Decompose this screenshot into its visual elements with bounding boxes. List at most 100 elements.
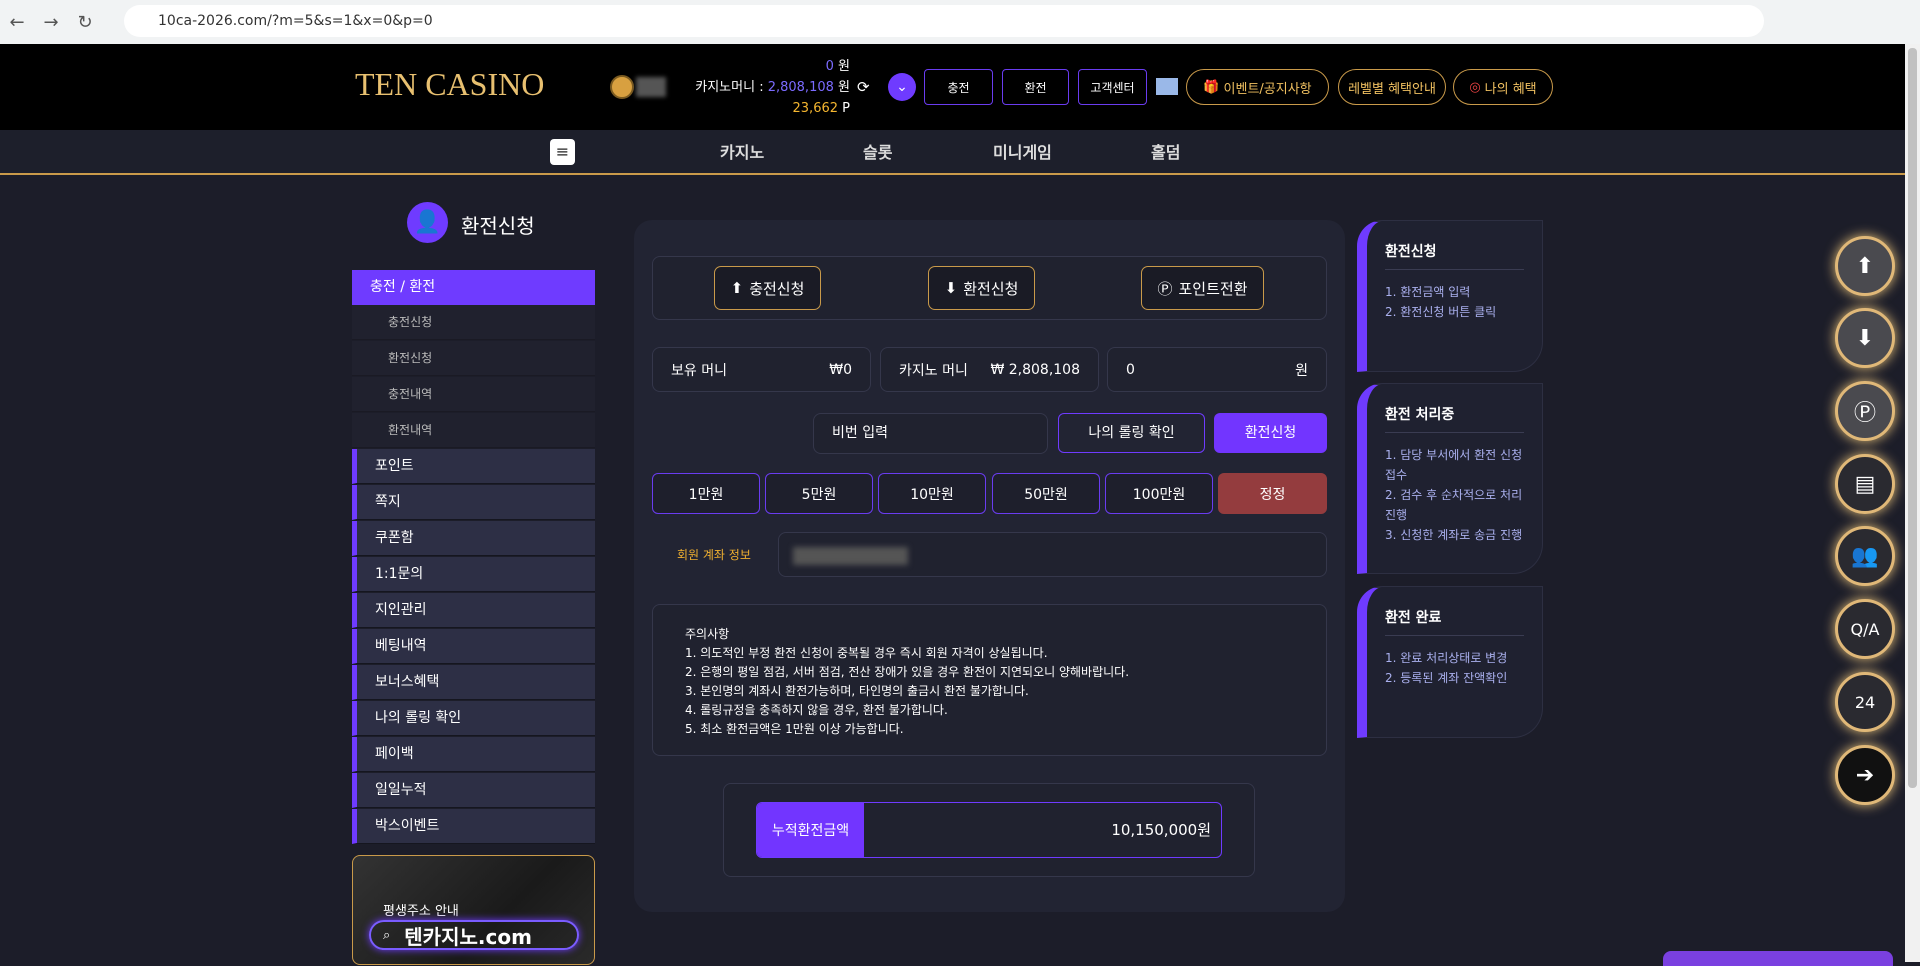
casino-money-box: 카지노 머니 ₩ 2,808,108 — [880, 347, 1099, 392]
refresh-icon[interactable]: ⟳ — [857, 78, 870, 96]
sidebar-item[interactable]: 지인관리 — [352, 593, 595, 628]
events-notice-button[interactable]: 🎁 이벤트/공지사항 — [1186, 69, 1329, 105]
point-convert-fab-icon[interactable]: Ⓟ — [1835, 381, 1895, 441]
sidebar-item[interactable]: 박스이벤트 — [352, 809, 595, 844]
total-value: 10,150,000원 — [1111, 821, 1211, 839]
my-benefits-label: 나의 혜택 — [1484, 81, 1537, 97]
address-bar[interactable]: 10ca-2026.com/?m=5&s=1&x=0&p=0 — [124, 5, 1764, 37]
target-icon: ◎ — [1469, 79, 1481, 95]
card-line: 3. 신청한 계좌로 송금 진행 — [1385, 528, 1523, 542]
my-rolling-button[interactable]: 나의 롤링 확인 — [1058, 413, 1205, 453]
support-24-fab-icon[interactable]: 24 — [1835, 672, 1895, 732]
sidebar-item[interactable]: 1:1문의 — [352, 557, 595, 592]
sidebar-sub-item[interactable]: 환전내역 — [352, 413, 595, 448]
document-list-fab-icon[interactable]: ▤ — [1835, 454, 1895, 514]
sidebar-item-deposit-withdraw[interactable]: 충전 / 환전 — [352, 270, 595, 305]
notice-line: 3. 본인명의 계좌시 환전가능하며, 타인명의 출금시 환전 불가합니다. — [685, 684, 1029, 698]
tab-deposit[interactable]: ⬆ 충전신청 — [714, 266, 821, 310]
total-withdraw-bar: 누적환전금액 10,150,000원 — [756, 802, 1222, 858]
held-money-label: 보유 머니 — [671, 362, 727, 379]
level-benefits-button[interactable]: 레벨별 혜택안내 — [1338, 69, 1446, 105]
sidebar-item[interactable]: 포인트 — [352, 449, 595, 484]
page-title: 환전신청 — [461, 214, 535, 238]
arrow-right-fab-icon[interactable]: ➔ — [1835, 745, 1895, 805]
tab-withdraw[interactable]: ⬇ 환전신청 — [928, 266, 1035, 310]
nav-slot[interactable]: 슬롯 — [863, 130, 892, 175]
sidebar-sub-item[interactable]: 충전내역 — [352, 377, 595, 412]
point-convert-icon: Ⓟ — [1157, 279, 1173, 298]
account-info-label: 회원 계좌 정보 — [677, 548, 751, 562]
customer-center-button[interactable]: 고객센터 — [1078, 69, 1147, 105]
tab-label: 충전신청 — [749, 279, 805, 298]
tab-label: 환전신청 — [963, 279, 1019, 298]
hamburger-menu-icon[interactable]: ≡ — [550, 139, 575, 165]
reload-icon[interactable]: ↻ — [68, 12, 102, 33]
card-line: 2. 검수 후 순차적으로 처리진행 — [1385, 488, 1523, 522]
withdraw-fab-icon[interactable]: ⬇ — [1835, 308, 1895, 368]
info-card-complete: 환전 완료 1. 완료 처리상태로 변경 2. 등록된 계좌 잔액확인 — [1357, 586, 1543, 738]
password-input[interactable]: 비번 입력 — [813, 413, 1048, 454]
tab-label: 포인트전환 — [1178, 279, 1248, 298]
search-icon: ⌕ — [383, 927, 391, 943]
my-benefits-button[interactable]: ◎ 나의 혜택 — [1453, 69, 1553, 105]
atm-down-icon: ⬇ — [944, 279, 958, 297]
amount-unit: 원 — [1295, 362, 1308, 379]
casino-money-label: 카지노머니 : — [695, 80, 764, 95]
tab-point-convert[interactable]: Ⓟ 포인트전환 — [1141, 266, 1264, 310]
scrollbar[interactable] — [1905, 44, 1920, 962]
sidebar-sub-item[interactable]: 환전신청 — [352, 341, 595, 376]
withdraw-button[interactable]: 환전 — [1002, 69, 1069, 105]
level-coin-icon — [610, 75, 634, 99]
held-money-value: ₩0 — [829, 361, 852, 378]
sidebar-item[interactable]: 보너스혜택 — [352, 665, 595, 700]
atm-up-icon: ⬆ — [730, 279, 744, 297]
logo[interactable]: TEN CASINO — [355, 66, 544, 103]
sidebar-sub-item[interactable]: 충전신청 — [352, 305, 595, 340]
chevron-down-icon[interactable]: ⌄ — [888, 73, 916, 101]
amount-50k-button[interactable]: 5만원 — [765, 473, 873, 514]
withdraw-submit-button[interactable]: 환전신청 — [1214, 413, 1327, 453]
level-label: 레벨별 혜택안내 — [1348, 81, 1436, 97]
casino-money-label: 카지노 머니 — [899, 362, 968, 379]
mail-icon[interactable] — [1156, 78, 1178, 95]
chat-widget-tab[interactable] — [1663, 951, 1893, 966]
won-unit: 원 — [838, 80, 850, 95]
address-banner[interactable]: 평생주소 안내 ⌕ 텐카지노.com — [352, 855, 595, 965]
amount-10k-button[interactable]: 1만원 — [652, 473, 760, 514]
account-blurred — [793, 547, 908, 565]
amount-1m-button[interactable]: 100만원 — [1105, 473, 1213, 514]
url-text: 10ca-2026.com/?m=5&s=1&x=0&p=0 — [158, 13, 433, 29]
sidebar-item[interactable]: 나의 롤링 확인 — [352, 701, 595, 736]
nav-minigame[interactable]: 미니게임 — [993, 130, 1052, 175]
reset-button[interactable]: 정정 — [1218, 473, 1327, 514]
sidebar-item[interactable]: 베팅내역 — [352, 629, 595, 664]
total-label: 누적환전금액 — [757, 803, 864, 857]
forward-icon[interactable]: → — [34, 12, 68, 33]
casino-money: 2,808,108 — [767, 80, 834, 95]
amount-100k-button[interactable]: 10만원 — [878, 473, 986, 514]
notice-title: 주의사항 — [685, 627, 730, 641]
card-title: 환전신청 — [1385, 241, 1524, 270]
account-info-field — [778, 532, 1327, 577]
deposit-button[interactable]: 충전 — [924, 69, 993, 105]
banner-search: ⌕ 텐카지노.com — [369, 920, 579, 950]
sidebar-item[interactable]: 쪽지 — [352, 485, 595, 520]
nav-holdem[interactable]: 홀덤 — [1151, 130, 1180, 175]
notice-line: 2. 은행의 평일 점검, 서버 점검, 전산 장애가 있을 경우 환전이 지연… — [685, 665, 1130, 679]
amount-value: 0 — [1126, 361, 1135, 378]
friends-fab-icon[interactable]: 👥 — [1835, 526, 1895, 586]
withdraw-amount-input[interactable]: 0원 — [1107, 347, 1327, 392]
notice-box: 주의사항 1. 의도적인 부정 환전 신청이 중복될 경우 즉시 회원 자격이 … — [652, 604, 1327, 756]
sidebar-item[interactable]: 쿠폰함 — [352, 521, 595, 556]
nav-casino[interactable]: 카지노 — [720, 130, 764, 175]
amount-500k-button[interactable]: 50만원 — [992, 473, 1100, 514]
browser-toolbar: ← → ↻ 10ca-2026.com/?m=5&s=1&x=0&p=0 — [0, 0, 1920, 44]
card-line: 2. 환전신청 버튼 클릭 — [1385, 305, 1497, 319]
back-icon[interactable]: ← — [0, 12, 34, 33]
banner-title: 평생주소 안내 — [383, 904, 459, 919]
sidebar-item[interactable]: 일일누적 — [352, 773, 595, 808]
sidebar-item[interactable]: 페이백 — [352, 737, 595, 772]
qa-fab-icon[interactable]: Q/A — [1835, 599, 1895, 659]
events-label: 이벤트/공지사항 — [1223, 81, 1312, 97]
deposit-fab-icon[interactable]: ⬆ — [1835, 236, 1895, 296]
